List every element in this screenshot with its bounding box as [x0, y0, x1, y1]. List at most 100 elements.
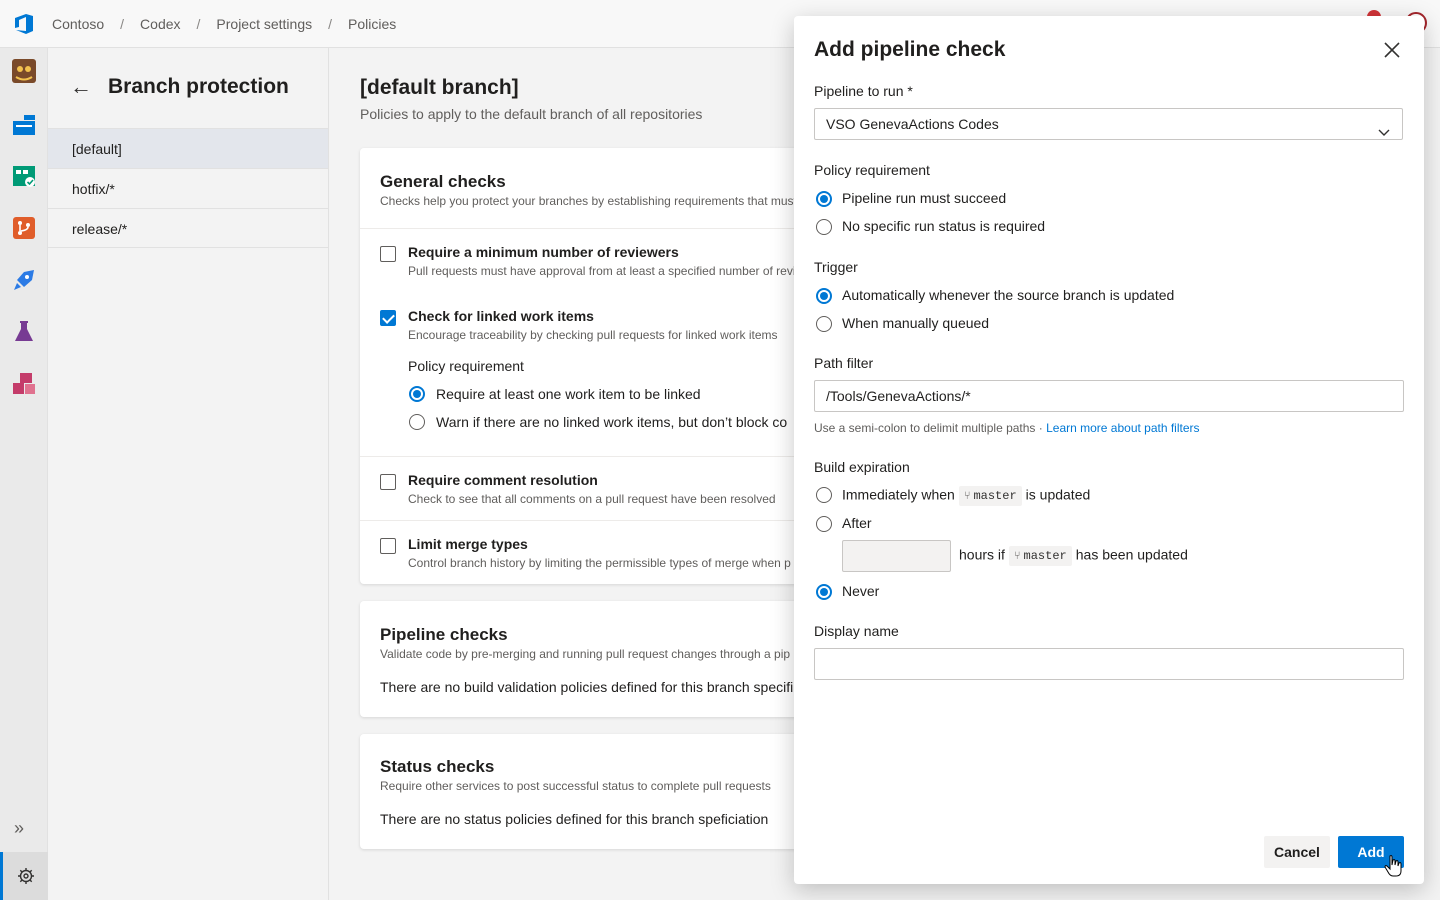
breadcrumb-policies[interactable]: Policies	[344, 16, 400, 32]
trigger-auto-label: Automatically whenever the source branch…	[842, 287, 1175, 303]
back-arrow-icon[interactable]: ←	[70, 74, 94, 100]
trigger-auto-radio[interactable]	[816, 288, 832, 304]
status-checks-empty: There are no status policies defined for…	[380, 811, 769, 827]
branch-chip: ⑂ master	[1008, 546, 1072, 566]
breadcrumb-project-settings[interactable]: Project settings	[212, 16, 316, 32]
linked-work-items-desc: Encourage traceability by checking pull …	[408, 328, 778, 342]
azure-devops-logo-icon[interactable]	[0, 0, 48, 48]
require-work-item-radio[interactable]	[409, 386, 425, 402]
pipeline-checks-title: Pipeline checks	[380, 625, 508, 644]
divider	[360, 228, 840, 229]
branch-protection-nav: ← Branch protection [default] hotfix/* r…	[48, 48, 329, 900]
branch-item-hotfix[interactable]: hotfix/*	[48, 168, 328, 208]
expiration-hours-text: hours if ⑂ master has been updated	[959, 546, 1188, 566]
linked-work-items-checkbox[interactable]	[380, 310, 396, 326]
general-checks-desc: Checks help you protect your branches by…	[380, 194, 797, 208]
artifacts-icon[interactable]	[11, 371, 37, 397]
expire-never-radio[interactable]	[816, 584, 832, 600]
general-checks-title: General checks	[380, 172, 506, 191]
project-settings-gear-icon[interactable]	[0, 852, 48, 900]
path-filter-label: Path filter	[814, 355, 874, 371]
overview-icon[interactable]	[11, 112, 37, 138]
display-name-label: Display name	[814, 623, 899, 639]
branch-icon: ⑂	[1013, 549, 1021, 562]
close-icon[interactable]	[1380, 38, 1404, 62]
pipeline-checks-empty: There are no build validation policies d…	[380, 679, 794, 695]
pipeline-label: Pipeline to run *	[814, 83, 913, 99]
chevron-down-icon	[1378, 118, 1390, 136]
path-filter-help-text: Use a semi-colon to delimit multiple pat…	[814, 421, 1047, 435]
trigger-manual-label: When manually queued	[842, 315, 990, 331]
breadcrumb-separator: /	[328, 15, 333, 32]
build-expiration-label: Build expiration	[814, 459, 910, 475]
pipeline-checks-card: Pipeline checks Validate code by pre-mer…	[360, 601, 840, 717]
status-checks-card: Status checks Require other services to …	[360, 734, 840, 849]
pipeline-dropdown[interactable]: VSO GenevaActions Codes	[814, 108, 1403, 140]
path-filters-learn-more-link[interactable]: Learn more about path filters	[1046, 421, 1199, 435]
min-reviewers-desc: Pull requests must have approval from at…	[408, 264, 796, 278]
pipeline-dropdown-value: VSO GenevaActions Codes	[826, 116, 999, 132]
left-rail: »	[0, 48, 48, 900]
comment-resolution-checkbox[interactable]	[380, 474, 396, 490]
breadcrumb-project[interactable]: Codex	[136, 16, 184, 32]
expire-immediately-text: Immediately when	[842, 486, 955, 503]
work-items-policy-label: Policy requirement	[408, 358, 524, 374]
warn-work-item-radio[interactable]	[409, 414, 425, 430]
expand-rail-icon[interactable]: »	[14, 818, 24, 839]
trigger-label: Trigger	[814, 259, 858, 275]
comment-resolution-desc: Check to see that all comments on a pull…	[408, 492, 776, 506]
policy-no-status-label: No specific run status is required	[842, 218, 1046, 234]
expire-after-label: After	[842, 515, 872, 531]
branch-name: master	[973, 489, 1017, 503]
subnav-title: Branch protection	[108, 75, 289, 98]
boards-icon[interactable]	[11, 163, 37, 189]
min-reviewers-checkbox[interactable]	[380, 246, 396, 262]
expiration-hours-input[interactable]	[842, 540, 951, 572]
page-title: [default branch]	[360, 76, 519, 99]
policy-no-status-radio[interactable]	[816, 219, 832, 235]
display-name-input[interactable]	[814, 648, 1404, 680]
subnav-header: ← Branch protection	[70, 74, 289, 100]
branch-icon: ⑂	[963, 489, 971, 502]
min-reviewers-label: Require a minimum number of reviewers	[408, 244, 679, 260]
branch-name: master	[1023, 549, 1067, 563]
branch-chip: ⑂ master	[958, 486, 1022, 506]
breadcrumb-separator: /	[196, 15, 201, 32]
limit-merge-checkbox[interactable]	[380, 538, 396, 554]
comment-resolution-label: Require comment resolution	[408, 472, 598, 488]
linked-work-items-label: Check for linked work items	[408, 308, 594, 324]
hours-prefix: hours if	[959, 546, 1005, 563]
breadcrumb: Contoso / Codex / Project settings / Pol…	[48, 16, 400, 32]
status-checks-title: Status checks	[380, 757, 495, 776]
expire-immediately-radio[interactable]	[816, 487, 832, 503]
policy-requirement-label: Policy requirement	[814, 162, 930, 178]
add-pipeline-check-dialog: Add pipeline check Pipeline to run * VSO…	[794, 16, 1424, 884]
warn-work-item-label: Warn if there are no linked work items, …	[436, 414, 788, 430]
trigger-manual-radio[interactable]	[816, 316, 832, 332]
hours-suffix: has been updated	[1075, 546, 1188, 563]
pipeline-checks-desc: Validate code by pre-merging and running…	[380, 647, 791, 661]
policy-succeed-radio[interactable]	[816, 191, 832, 207]
path-filter-input[interactable]	[814, 380, 1404, 412]
status-checks-desc: Require other services to post successfu…	[380, 779, 771, 793]
expire-after-radio[interactable]	[816, 516, 832, 532]
policy-succeed-label: Pipeline run must succeed	[842, 190, 1007, 206]
repos-icon[interactable]	[11, 215, 37, 241]
expire-immediately-label: Immediately when ⑂ master is updated	[842, 486, 1090, 506]
path-filter-help: Use a semi-colon to delimit multiple pat…	[814, 421, 1200, 435]
breadcrumb-separator: /	[120, 15, 125, 32]
project-avatar-icon[interactable]	[11, 58, 37, 84]
page-subtitle: Policies to apply to the default branch …	[360, 106, 703, 122]
hand-cursor-icon	[1384, 854, 1404, 878]
branch-item-default[interactable]: [default]	[48, 128, 328, 168]
divider	[360, 456, 840, 457]
breadcrumb-org[interactable]: Contoso	[48, 16, 108, 32]
cancel-button[interactable]: Cancel	[1264, 836, 1330, 868]
limit-merge-desc: Control branch history by limiting the p…	[408, 556, 791, 570]
test-plans-icon[interactable]	[11, 319, 37, 345]
general-checks-card: General checks Checks help you protect y…	[360, 148, 840, 584]
limit-merge-label: Limit merge types	[408, 536, 528, 552]
require-work-item-label: Require at least one work item to be lin…	[436, 386, 701, 402]
pipelines-icon[interactable]	[11, 267, 37, 293]
branch-item-release[interactable]: release/*	[48, 208, 328, 248]
